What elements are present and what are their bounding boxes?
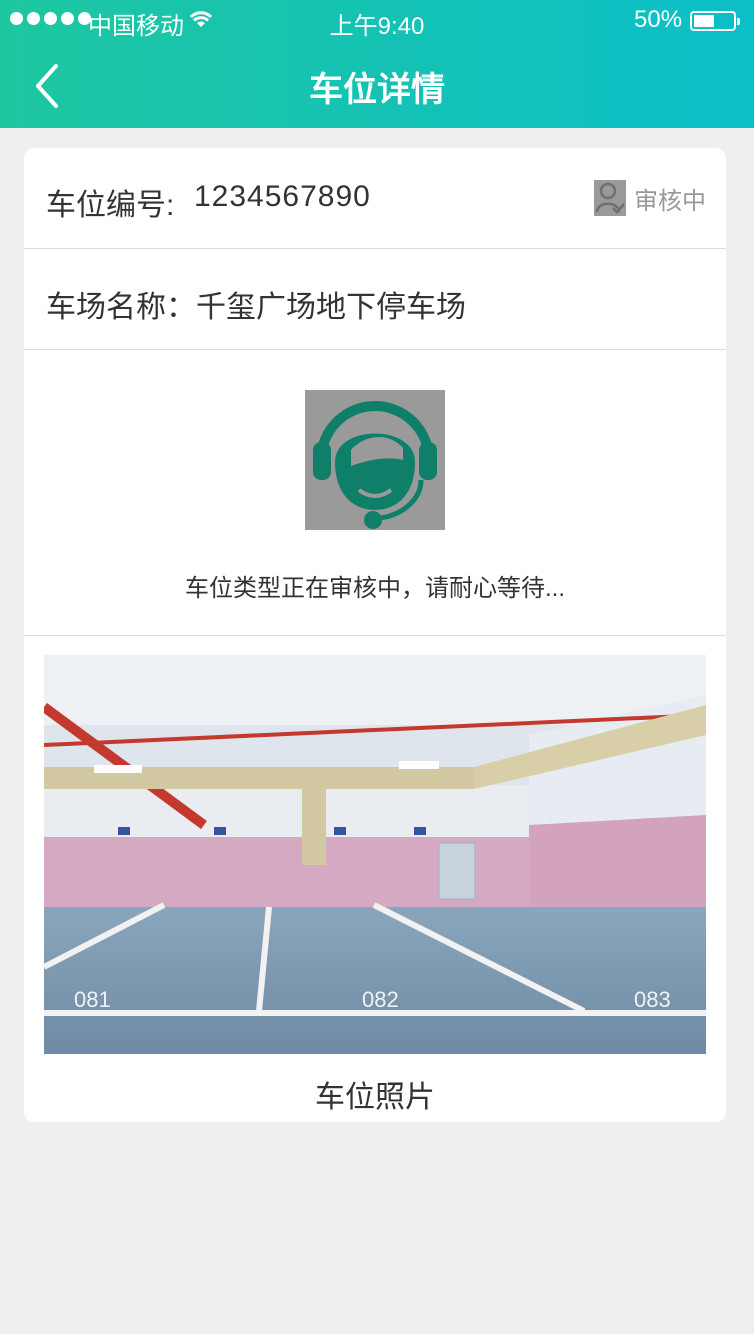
status-bar: 中国移动 上午9:40 50% <box>0 0 754 40</box>
parking-lot-label: 车场名称：千玺广场地下停车场 <box>46 291 466 324</box>
review-status-badge: 审核中 <box>594 178 706 218</box>
spot-number-row: 车位编号: 1234567890 审核中 <box>24 148 726 249</box>
photo-caption: 车位照片 <box>315 1081 435 1114</box>
parking-lot-name: 千玺广场地下停车场 <box>196 291 466 324</box>
parking-lot-row: 车场名称：千玺广场地下停车场 <box>24 249 726 350</box>
spot-type-review: 车位类型正在审核中，请耐心等待... <box>24 350 726 636</box>
bay-number-2: 082 <box>362 987 399 1012</box>
bay-number-1: 081 <box>74 987 111 1012</box>
type-review-message: 车位类型正在审核中，请耐心等待... <box>184 575 565 602</box>
bay-number-3: 083 <box>634 987 671 1012</box>
battery-percent: 50% <box>634 6 683 33</box>
page-title: 车位详情 <box>309 71 445 109</box>
spot-photo[interactable]: 081 082 083 <box>44 655 706 1054</box>
app-header: 中国移动 上午9:40 50% 车位详情 <box>0 0 754 128</box>
customer-service-avatar <box>305 390 445 530</box>
user-check-icon <box>594 180 626 216</box>
spot-number-label: 车位编号: <box>46 189 175 222</box>
spot-detail-card: 车位编号: 1234567890 审核中 车场名称：千玺广场地下停车场 车位类型… <box>24 148 726 1122</box>
review-status-text: 审核中 <box>634 187 706 215</box>
spot-number-value: 1234567890 <box>194 180 371 213</box>
battery-icon <box>690 11 740 31</box>
